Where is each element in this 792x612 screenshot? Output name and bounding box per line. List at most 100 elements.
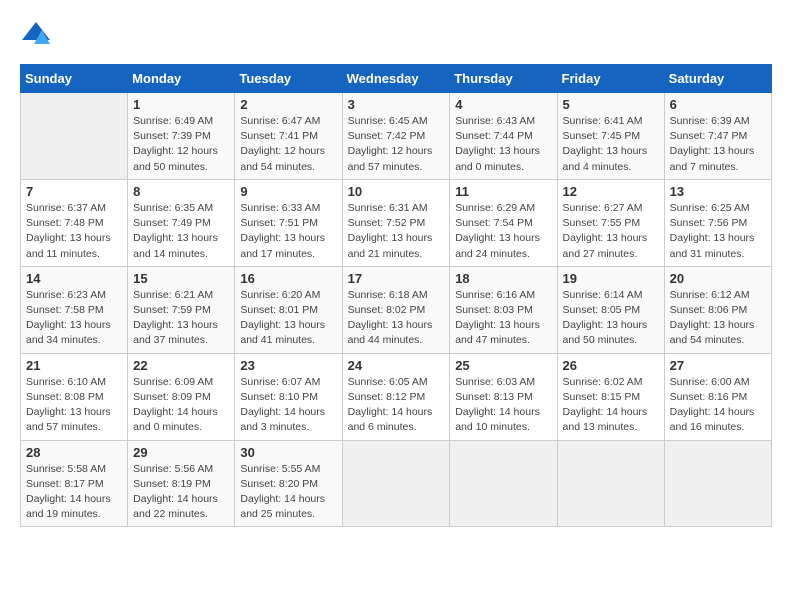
day-info: Sunrise: 6:37 AM Sunset: 7:48 PM Dayligh… [26, 201, 122, 262]
weekday-header-cell: Monday [128, 65, 235, 93]
calendar-body: 1Sunrise: 6:49 AM Sunset: 7:39 PM Daylig… [21, 93, 772, 527]
day-number: 18 [455, 271, 551, 286]
day-info: Sunrise: 6:07 AM Sunset: 8:10 PM Dayligh… [240, 375, 336, 436]
day-info: Sunrise: 5:55 AM Sunset: 8:20 PM Dayligh… [240, 462, 336, 523]
day-number: 3 [348, 97, 445, 112]
logo-icon [22, 20, 50, 48]
calendar-day-cell: 19Sunrise: 6:14 AM Sunset: 8:05 PM Dayli… [557, 266, 664, 353]
calendar-day-cell: 5Sunrise: 6:41 AM Sunset: 7:45 PM Daylig… [557, 93, 664, 180]
day-number: 7 [26, 184, 122, 199]
calendar-week-row: 7 Sunrise: 6:37 AM Sunset: 7:48 PM Daylig… [21, 179, 772, 266]
calendar-day-cell: 28Sunrise: 5:58 AM Sunset: 8:17 PM Dayli… [21, 440, 128, 527]
calendar-day-cell: 1Sunrise: 6:49 AM Sunset: 7:39 PM Daylig… [128, 93, 235, 180]
calendar-day-cell: 30Sunrise: 5:55 AM Sunset: 8:20 PM Dayli… [235, 440, 342, 527]
calendar-day-cell: 29 Sunrise: 5:56 AM Sunset: 8:19 PM Dayli… [128, 440, 235, 527]
calendar-day-cell: 18 Sunrise: 6:16 AM Sunset: 8:03 PM Dayli… [450, 266, 557, 353]
day-number: 15 [133, 271, 229, 286]
calendar-day-cell: 10Sunrise: 6:31 AM Sunset: 7:52 PM Dayli… [342, 179, 450, 266]
day-number: 12 [563, 184, 659, 199]
day-number: 2 [240, 97, 336, 112]
day-number: 10 [348, 184, 445, 199]
day-info: Sunrise: 5:56 AM Sunset: 8:19 PM Dayligh… [133, 462, 229, 523]
day-info: Sunrise: 6:16 AM Sunset: 8:03 PM Dayligh… [455, 288, 551, 349]
calendar-table: SundayMondayTuesdayWednesdayThursdayFrid… [20, 64, 772, 527]
calendar-day-cell: 23 Sunrise: 6:07 AM Sunset: 8:10 PM Dayli… [235, 353, 342, 440]
header [20, 20, 772, 48]
day-number: 11 [455, 184, 551, 199]
day-info: Sunrise: 6:25 AM Sunset: 7:56 PM Dayligh… [670, 201, 766, 262]
calendar-day-cell: 9 Sunrise: 6:33 AM Sunset: 7:51 PM Daylig… [235, 179, 342, 266]
day-info: Sunrise: 6:45 AM Sunset: 7:42 PM Dayligh… [348, 114, 445, 175]
calendar-day-cell [21, 93, 128, 180]
day-number: 27 [670, 358, 766, 373]
calendar-day-cell: 27 Sunrise: 6:00 AM Sunset: 8:16 PM Dayli… [664, 353, 771, 440]
calendar-week-row: 14 Sunrise: 6:23 AM Sunset: 7:58 PM Dayli… [21, 266, 772, 353]
day-number: 8 [133, 184, 229, 199]
day-info: Sunrise: 6:03 AM Sunset: 8:13 PM Dayligh… [455, 375, 551, 436]
day-number: 4 [455, 97, 551, 112]
day-number: 26 [563, 358, 659, 373]
calendar-day-cell [450, 440, 557, 527]
day-info: Sunrise: 6:41 AM Sunset: 7:45 PM Dayligh… [563, 114, 659, 175]
calendar-day-cell: 11 Sunrise: 6:29 AM Sunset: 7:54 PM Dayli… [450, 179, 557, 266]
calendar-day-cell: 25 Sunrise: 6:03 AM Sunset: 8:13 PM Dayli… [450, 353, 557, 440]
calendar-week-row: 21 Sunrise: 6:10 AM Sunset: 8:08 PM Dayli… [21, 353, 772, 440]
day-info: Sunrise: 6:09 AM Sunset: 8:09 PM Dayligh… [133, 375, 229, 436]
calendar-day-cell: 15Sunrise: 6:21 AM Sunset: 7:59 PM Dayli… [128, 266, 235, 353]
day-info: Sunrise: 6:35 AM Sunset: 7:49 PM Dayligh… [133, 201, 229, 262]
day-number: 23 [240, 358, 336, 373]
day-info: Sunrise: 5:58 AM Sunset: 8:17 PM Dayligh… [26, 462, 122, 523]
weekday-header-row: SundayMondayTuesdayWednesdayThursdayFrid… [21, 65, 772, 93]
calendar-day-cell: 12 Sunrise: 6:27 AM Sunset: 7:55 PM Dayli… [557, 179, 664, 266]
weekday-header-cell: Sunday [21, 65, 128, 93]
calendar-day-cell: 2 Sunrise: 6:47 AM Sunset: 7:41 PM Daylig… [235, 93, 342, 180]
day-info: Sunrise: 6:47 AM Sunset: 7:41 PM Dayligh… [240, 114, 336, 175]
day-number: 29 [133, 445, 229, 460]
calendar-day-cell: 17 Sunrise: 6:18 AM Sunset: 8:02 PM Dayli… [342, 266, 450, 353]
day-number: 21 [26, 358, 122, 373]
calendar-day-cell [342, 440, 450, 527]
calendar-day-cell: 7 Sunrise: 6:37 AM Sunset: 7:48 PM Daylig… [21, 179, 128, 266]
calendar-day-cell: 13 Sunrise: 6:25 AM Sunset: 7:56 PM Dayli… [664, 179, 771, 266]
logo [20, 20, 50, 48]
weekday-header-cell: Friday [557, 65, 664, 93]
day-info: Sunrise: 6:10 AM Sunset: 8:08 PM Dayligh… [26, 375, 122, 436]
day-info: Sunrise: 6:02 AM Sunset: 8:15 PM Dayligh… [563, 375, 659, 436]
calendar-day-cell: 3 Sunrise: 6:45 AM Sunset: 7:42 PM Daylig… [342, 93, 450, 180]
day-number: 24 [348, 358, 445, 373]
day-number: 14 [26, 271, 122, 286]
weekday-header-cell: Wednesday [342, 65, 450, 93]
day-number: 22 [133, 358, 229, 373]
day-info: Sunrise: 6:05 AM Sunset: 8:12 PM Dayligh… [348, 375, 445, 436]
day-info: Sunrise: 6:29 AM Sunset: 7:54 PM Dayligh… [455, 201, 551, 262]
day-number: 17 [348, 271, 445, 286]
day-info: Sunrise: 6:12 AM Sunset: 8:06 PM Dayligh… [670, 288, 766, 349]
day-info: Sunrise: 6:27 AM Sunset: 7:55 PM Dayligh… [563, 201, 659, 262]
day-info: Sunrise: 6:20 AM Sunset: 8:01 PM Dayligh… [240, 288, 336, 349]
day-info: Sunrise: 6:23 AM Sunset: 7:58 PM Dayligh… [26, 288, 122, 349]
calendar-day-cell: 14 Sunrise: 6:23 AM Sunset: 7:58 PM Dayli… [21, 266, 128, 353]
calendar-day-cell: 24 Sunrise: 6:05 AM Sunset: 8:12 PM Dayli… [342, 353, 450, 440]
calendar-day-cell: 20 Sunrise: 6:12 AM Sunset: 8:06 PM Dayli… [664, 266, 771, 353]
calendar-week-row: 1Sunrise: 6:49 AM Sunset: 7:39 PM Daylig… [21, 93, 772, 180]
calendar-day-cell: 16 Sunrise: 6:20 AM Sunset: 8:01 PM Dayli… [235, 266, 342, 353]
weekday-header-cell: Tuesday [235, 65, 342, 93]
day-info: Sunrise: 6:39 AM Sunset: 7:47 PM Dayligh… [670, 114, 766, 175]
day-number: 9 [240, 184, 336, 199]
calendar-day-cell: 26 Sunrise: 6:02 AM Sunset: 8:15 PM Dayli… [557, 353, 664, 440]
calendar-day-cell: 4 Sunrise: 6:43 AM Sunset: 7:44 PM Daylig… [450, 93, 557, 180]
day-number: 25 [455, 358, 551, 373]
day-info: Sunrise: 6:33 AM Sunset: 7:51 PM Dayligh… [240, 201, 336, 262]
day-info: Sunrise: 6:18 AM Sunset: 8:02 PM Dayligh… [348, 288, 445, 349]
weekday-header-cell: Saturday [664, 65, 771, 93]
day-info: Sunrise: 6:43 AM Sunset: 7:44 PM Dayligh… [455, 114, 551, 175]
day-number: 19 [563, 271, 659, 286]
day-number: 13 [670, 184, 766, 199]
calendar-day-cell [557, 440, 664, 527]
day-number: 20 [670, 271, 766, 286]
calendar-week-row: 28Sunrise: 5:58 AM Sunset: 8:17 PM Dayli… [21, 440, 772, 527]
day-number: 16 [240, 271, 336, 286]
calendar-day-cell: 22 Sunrise: 6:09 AM Sunset: 8:09 PM Dayli… [128, 353, 235, 440]
day-info: Sunrise: 6:00 AM Sunset: 8:16 PM Dayligh… [670, 375, 766, 436]
calendar-day-cell [664, 440, 771, 527]
